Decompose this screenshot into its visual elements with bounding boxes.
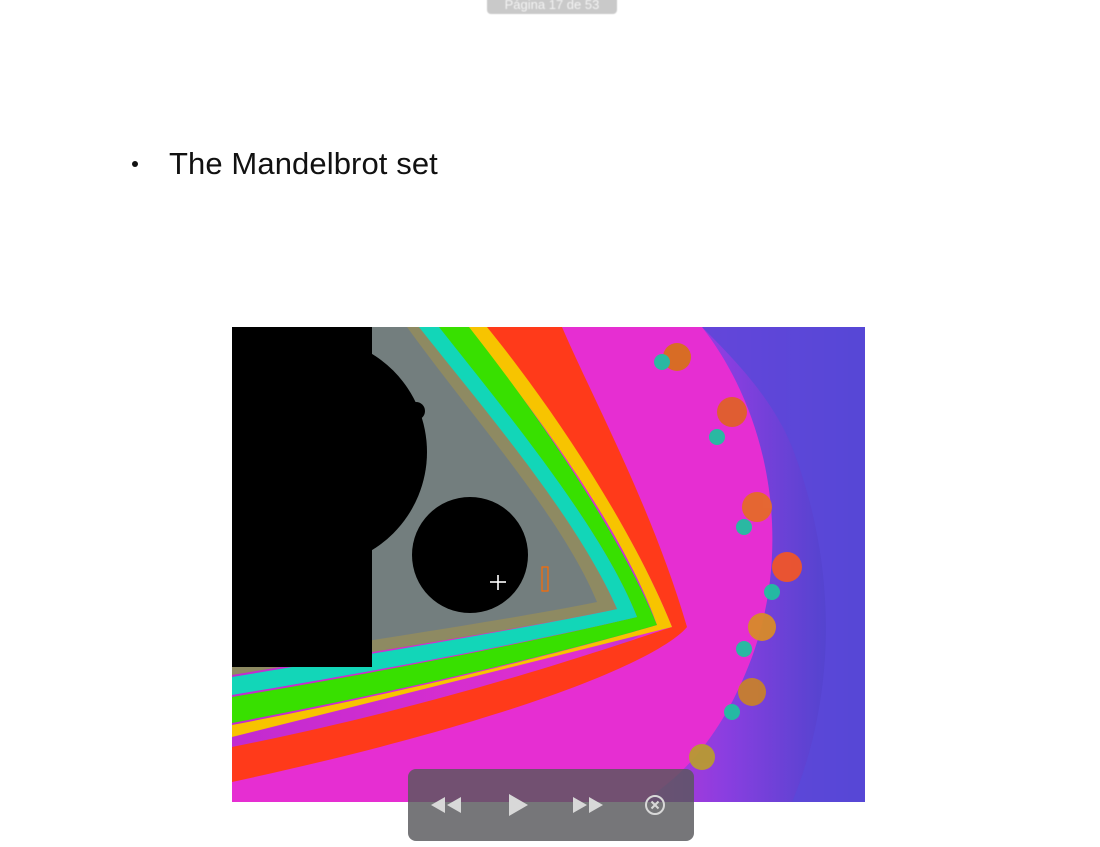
mandelbrot-fractal-image — [232, 327, 865, 802]
bullet-item: The Mandelbrot set — [132, 142, 438, 186]
close-button[interactable] — [635, 787, 675, 823]
bullet-text: The Mandelbrot set — [169, 146, 438, 181]
presentation-page: Página 17 de 53 The Mandelbrot set — [0, 0, 1100, 847]
fast-forward-icon — [573, 797, 603, 813]
rewind-icon — [431, 797, 461, 813]
rewind-button[interactable] — [426, 787, 466, 823]
play-button[interactable] — [498, 787, 538, 823]
close-icon — [645, 795, 665, 815]
fast-forward-button[interactable] — [568, 787, 608, 823]
page-indicator: Página 17 de 53 — [487, 0, 617, 14]
media-player-controls — [408, 769, 694, 841]
bullet-dot-icon — [132, 161, 138, 167]
play-icon — [509, 794, 528, 816]
